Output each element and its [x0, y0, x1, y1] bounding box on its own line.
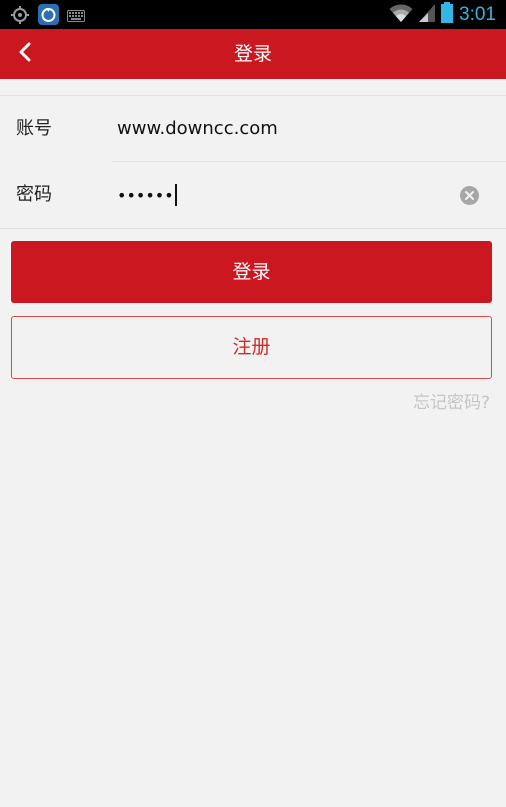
gps-icon — [10, 5, 30, 29]
register-button[interactable]: 注册 — [11, 316, 492, 379]
app-notification-icon — [38, 4, 59, 29]
signal-icon — [419, 3, 436, 26]
account-label: 账号 — [16, 118, 52, 139]
text-cursor — [174, 184, 177, 206]
password-label: 密码 — [16, 184, 52, 205]
page-title: 登录 — [233, 43, 272, 65]
status-bar-notifications — [10, 4, 85, 29]
status-bar: 3:01 — [0, 0, 506, 29]
battery-icon — [441, 2, 454, 27]
wifi-icon — [389, 3, 413, 27]
account-input[interactable]: www.downcc.com — [117, 96, 278, 162]
login-button[interactable]: 登录 — [11, 241, 492, 303]
account-row: 账号 www.downcc.com — [0, 96, 506, 162]
status-bar-clock: 3:01 — [459, 4, 496, 25]
keyboard-icon — [67, 7, 85, 26]
clear-icon[interactable] — [460, 186, 479, 205]
password-input[interactable]: •••••• — [117, 162, 177, 228]
login-form: 账号 www.downcc.com 密码 •••••• — [0, 95, 506, 229]
app-header: 登录 — [0, 29, 506, 79]
forgot-password-link[interactable]: 忘记密码? — [413, 388, 490, 418]
password-masked-value: •••••• — [117, 185, 174, 205]
status-bar-system: 3:01 — [389, 2, 496, 27]
password-row: 密码 •••••• — [0, 162, 506, 228]
